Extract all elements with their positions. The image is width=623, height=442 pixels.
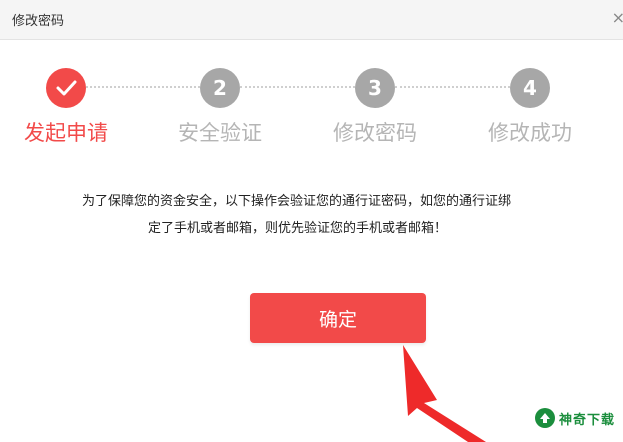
watermark: 神奇下载 xyxy=(534,406,615,430)
step-4-circle: 4 xyxy=(510,68,550,108)
dialog-titlebar: 修改密码 × xyxy=(0,0,623,40)
dialog-title: 修改密码 xyxy=(12,14,65,29)
step-1-circle xyxy=(46,68,86,108)
watermark-text: 神奇下载 xyxy=(558,412,615,428)
step-4-label: 修改成功 xyxy=(488,121,572,145)
step-3-circle: 3 xyxy=(355,68,395,108)
step-2-circle: 2 xyxy=(200,68,240,108)
watermark-logo-icon xyxy=(534,408,555,428)
confirm-button[interactable]: 确定 xyxy=(250,293,426,343)
step-2-label: 安全验证 xyxy=(178,121,262,145)
step-connector xyxy=(240,86,355,88)
step-connector xyxy=(395,86,510,88)
step-connector xyxy=(86,86,200,88)
close-icon[interactable]: × xyxy=(612,8,623,28)
notice-line-2: 定了手机或者邮箱，则优先验证您的手机或者邮箱！ xyxy=(148,221,448,236)
step-1-label: 发起申请 xyxy=(24,121,108,145)
notice-line-1: 为了保障您的资金安全，以下操作会验证您的通行证密码，如您的通行证绑 xyxy=(82,194,512,209)
step-3-label: 修改密码 xyxy=(333,121,417,145)
check-icon xyxy=(56,80,77,96)
security-notice: 为了保障您的资金安全，以下操作会验证您的通行证密码，如您的通行证绑 定了手机或者… xyxy=(70,188,600,242)
progress-steps: 2 3 4 发起申请 安全验证 修改密码 修改成功 xyxy=(0,60,623,150)
